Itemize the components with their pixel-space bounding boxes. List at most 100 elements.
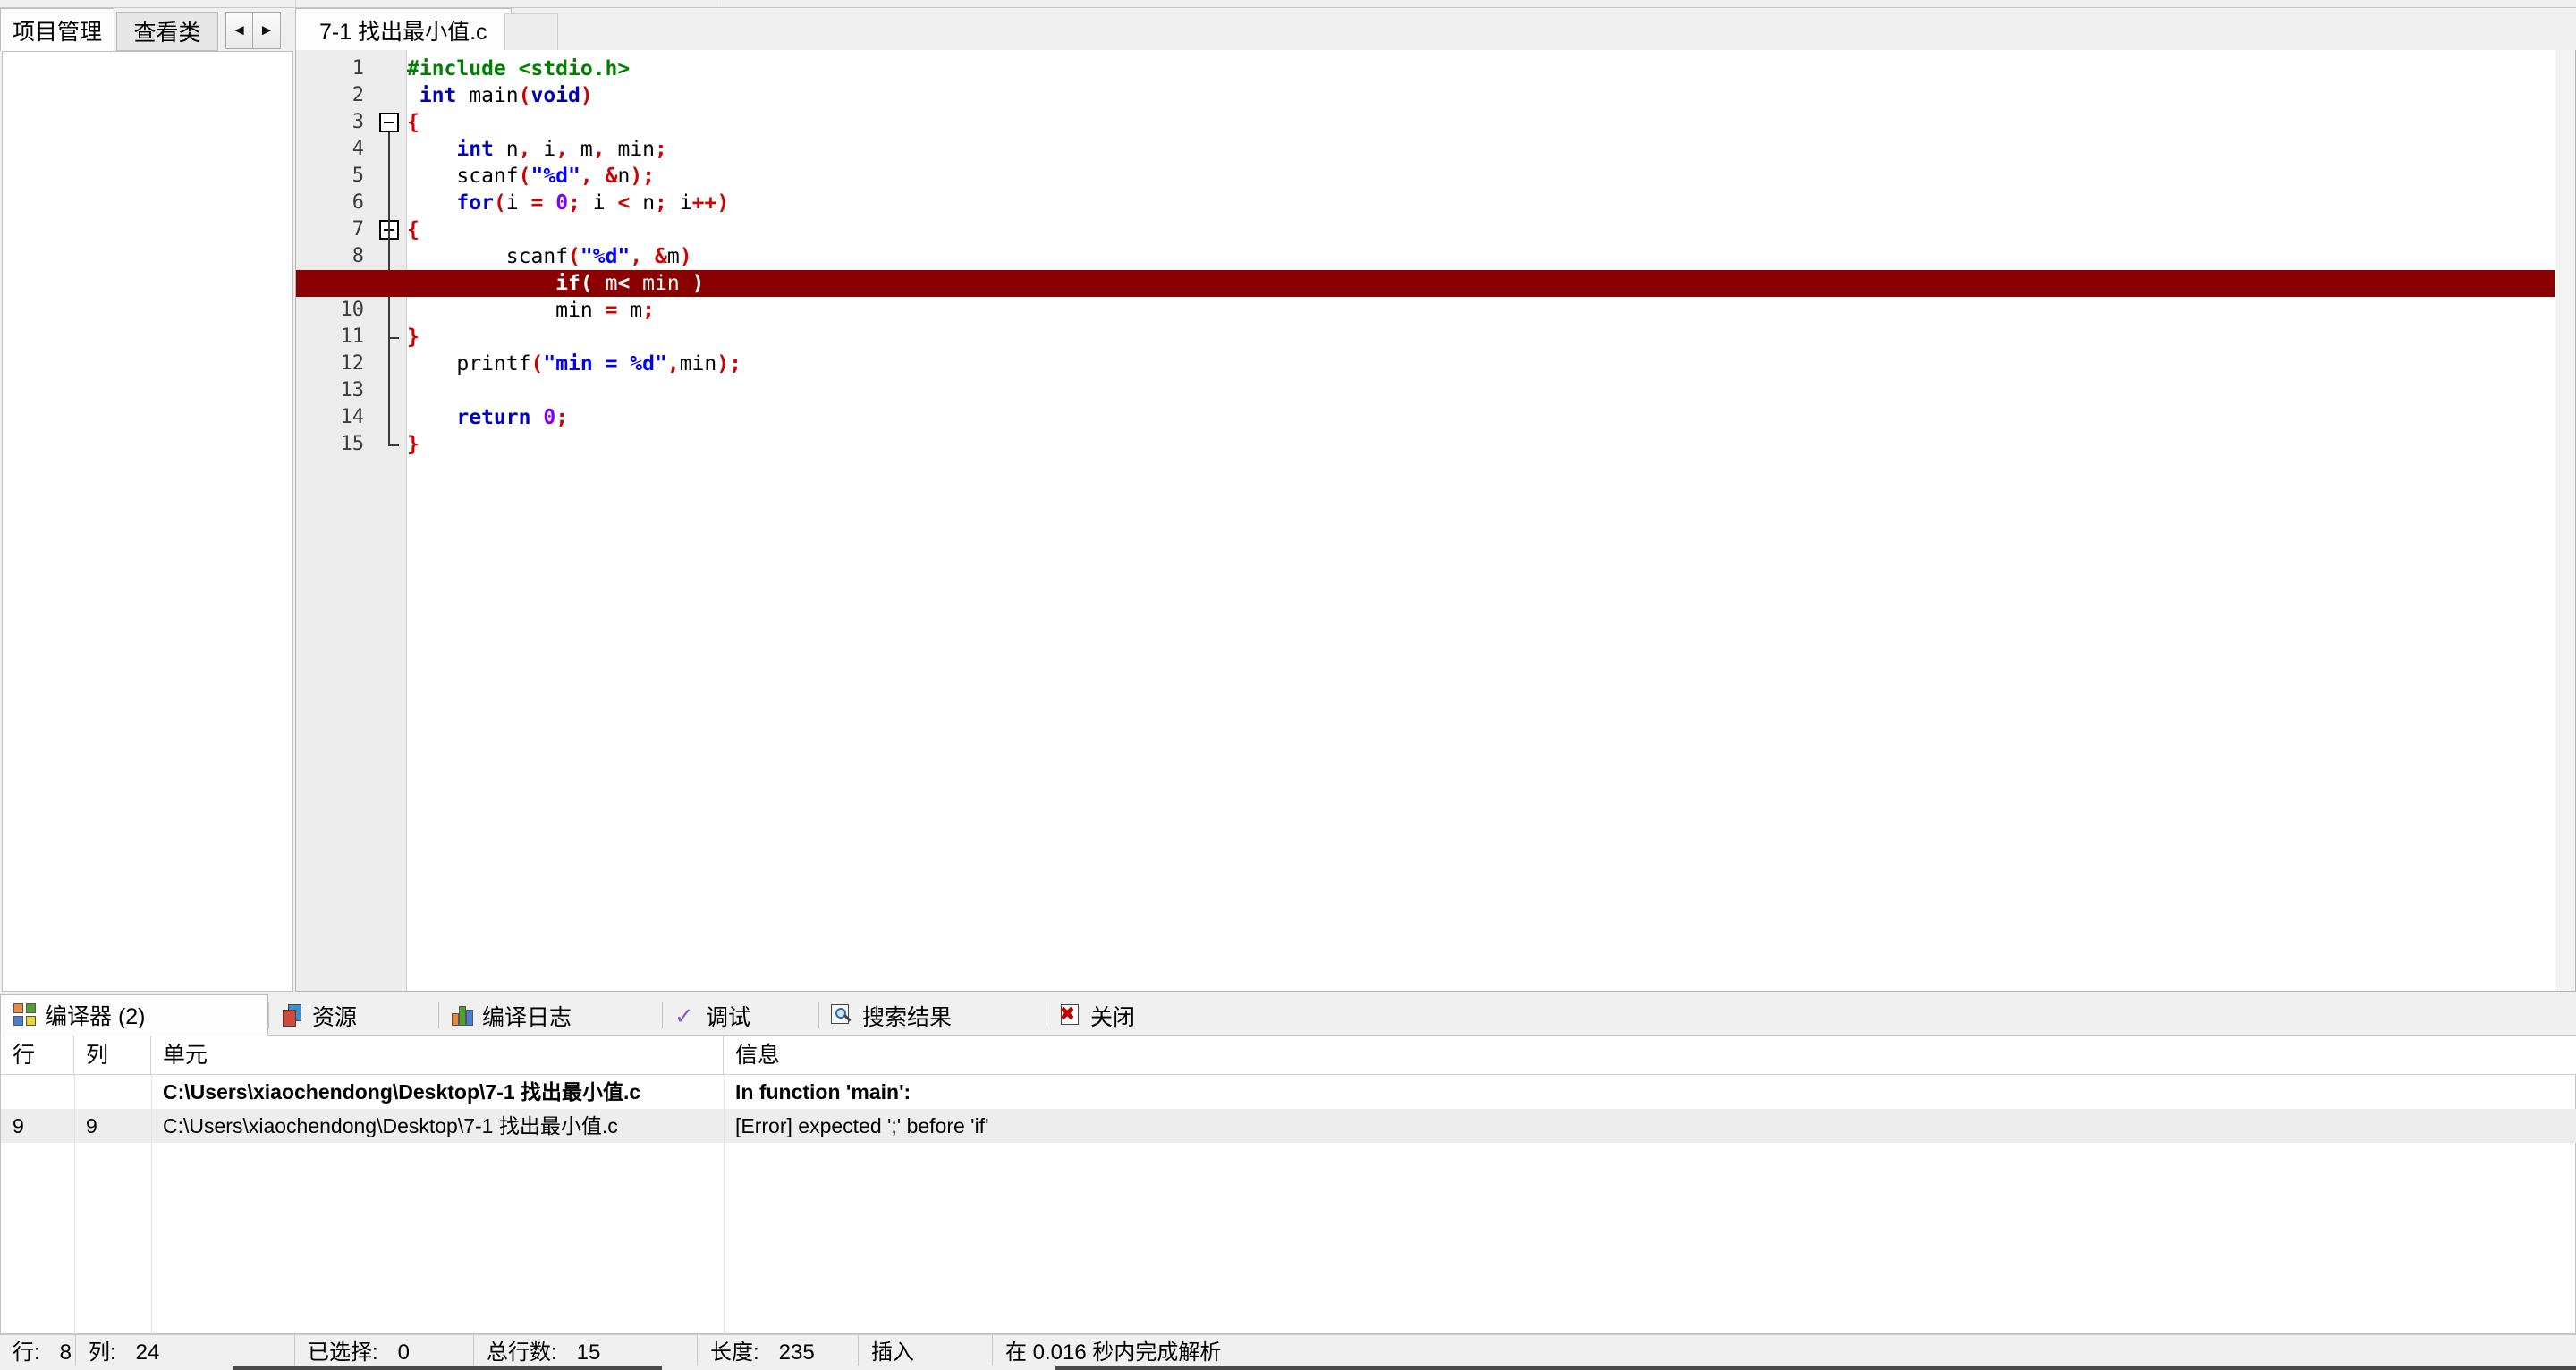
code-line[interactable]: printf("min = %d",min); — [407, 351, 741, 377]
column-header-line[interactable]: 行 — [1, 1036, 74, 1075]
code-line-error[interactable]: if( m< min ) — [296, 270, 2575, 297]
status-item-label: 总行数: — [487, 1340, 557, 1365]
nav-prev-button[interactable]: ◄ — [225, 12, 253, 49]
status-item-label: 行: — [13, 1340, 40, 1365]
code-token: int — [419, 84, 457, 107]
code-line[interactable]: min = m; — [407, 297, 655, 324]
grid-divider — [151, 1075, 152, 1334]
code-token: min — [679, 352, 717, 376]
code-line[interactable]: } — [407, 324, 419, 351]
column-header-unit[interactable]: 单元 — [151, 1036, 724, 1075]
cell-unit: C:\Users\xiaochendong\Desktop\7-1 找出最小值.… — [163, 1114, 618, 1137]
code-token: < — [617, 272, 631, 295]
table-row[interactable]: 9 9 C:\Users\xiaochendong\Desktop\7-1 找出最小… — [1, 1109, 2576, 1143]
bottom-tab-0[interactable]: 编译器 (2) — [0, 994, 268, 1036]
code-token: min — [407, 299, 606, 322]
status-item-label: 列: — [89, 1340, 116, 1365]
tab-separator — [818, 1002, 819, 1028]
code-token: i — [666, 191, 692, 215]
code-line[interactable]: { — [407, 216, 419, 243]
code-folding-column[interactable] — [374, 50, 407, 991]
status-item-label: 在 0.016 秒内完成解析 — [1005, 1340, 1222, 1365]
code-line[interactable]: int main(void) — [407, 82, 593, 109]
status-bar-bottom-edge — [0, 1366, 2576, 1370]
code-token: & — [654, 245, 667, 268]
line-number: 2 — [352, 84, 364, 106]
bottom-tab-5[interactable]: ✖ 关闭 — [1046, 996, 1203, 1036]
project-tree-area[interactable] — [2, 51, 293, 992]
toolbar-bottom-edge — [0, 0, 2576, 8]
bottom-panel: 编译器 (2) 资源 编译日志 ✓ 调试 搜索结果 ✖ 关闭 行 列 单元 信息 C:\Use… — [0, 994, 2576, 1370]
code-token: "%d" — [530, 165, 580, 188]
table-row[interactable]: C:\Users\xiaochendong\Desktop\7-1 找出最小值.… — [1, 1075, 2576, 1109]
cell-line: 9 — [13, 1114, 24, 1137]
code-line[interactable]: scanf("%d", &n); — [407, 163, 655, 190]
column-header-message[interactable]: 信息 — [724, 1036, 2576, 1075]
tab-separator — [1046, 1002, 1047, 1028]
code-line[interactable]: #include <stdio.h> — [407, 55, 630, 82]
line-number: 4 — [352, 138, 364, 160]
code-line[interactable]: int n, i, m, min; — [407, 136, 666, 163]
line-number: 10 — [340, 299, 365, 321]
code-line[interactable]: return 0; — [407, 404, 568, 431]
code-line[interactable]: } — [407, 431, 419, 458]
code-token: , — [518, 138, 531, 161]
cell-line — [1, 1075, 74, 1109]
status-item-label: 已选择: — [308, 1340, 378, 1365]
status-item-label: 长度: — [710, 1340, 759, 1365]
code-line[interactable]: scanf("%d", &m) — [407, 243, 692, 270]
code-token: } — [407, 433, 419, 456]
bottom-tab-4[interactable]: 搜索结果 — [818, 996, 1046, 1036]
nav-next-button[interactable]: ► — [253, 12, 281, 49]
fold-collapse-icon[interactable] — [379, 113, 399, 132]
cell-message: In function 'main': — [735, 1080, 911, 1104]
tab-class-browser[interactable]: 查看类 — [116, 12, 218, 51]
status-item-value: 8 — [59, 1340, 72, 1365]
code-token: { — [407, 111, 419, 134]
bottom-tab-2[interactable]: 编译日志 — [438, 996, 662, 1036]
code-token: } — [407, 326, 419, 349]
code-token: <stdio.h> — [518, 57, 631, 80]
code-line[interactable]: for(i = 0; i < n; i++) — [407, 190, 729, 216]
code-token: n — [617, 165, 631, 188]
code-token: for — [456, 191, 494, 215]
line-number: 6 — [352, 191, 364, 214]
code-token: ) — [691, 272, 705, 295]
tab-editor-file[interactable]: 7-1 找出最小值.c — [295, 8, 512, 52]
code-token: & — [605, 165, 618, 188]
cell-col: 9 — [86, 1114, 97, 1137]
editor-vertical-scrollbar[interactable] — [2555, 50, 2575, 991]
tab-project-manager[interactable]: 项目管理 — [0, 8, 114, 51]
status-item-value: 0 — [397, 1340, 411, 1365]
code-token: < — [617, 191, 631, 215]
editor-tab-filler — [504, 13, 558, 51]
left-dock-nav-buttons: ◄ ► — [225, 12, 281, 49]
status-item-value: 24 — [135, 1340, 160, 1365]
code-token: ) — [580, 84, 593, 107]
line-number: 11 — [340, 326, 365, 348]
tab-separator — [438, 1002, 439, 1028]
line-number: 5 — [352, 165, 364, 187]
code-token: ; — [655, 191, 667, 215]
cell-col — [74, 1075, 151, 1109]
code-token: #include — [407, 57, 519, 80]
code-editor[interactable]: 12345678✖101112131415 #include <stdio.h>… — [295, 50, 2576, 992]
checkmark-icon: ✓ — [674, 1002, 694, 1029]
code-token: ; — [642, 165, 656, 188]
code-token: printf — [407, 352, 531, 376]
results-table[interactable]: 行 列 单元 信息 C:\Users\xiaochendong\Desktop\… — [0, 1036, 2576, 1334]
bottom-tab-3[interactable]: ✓ 调试 — [662, 996, 818, 1036]
bottom-tab-1[interactable]: 资源 — [268, 996, 438, 1036]
column-header-col[interactable]: 列 — [74, 1036, 151, 1075]
code-token: ( — [580, 272, 593, 295]
bar-chart-icon — [451, 1004, 474, 1028]
code-token: ( — [518, 165, 531, 188]
code-text-area[interactable]: #include <stdio.h> int main(void){ int n… — [296, 50, 2575, 991]
code-line[interactable]: { — [407, 109, 419, 136]
left-dock-tabstrip: 项目管理 查看类 ◄ ► — [0, 8, 295, 51]
